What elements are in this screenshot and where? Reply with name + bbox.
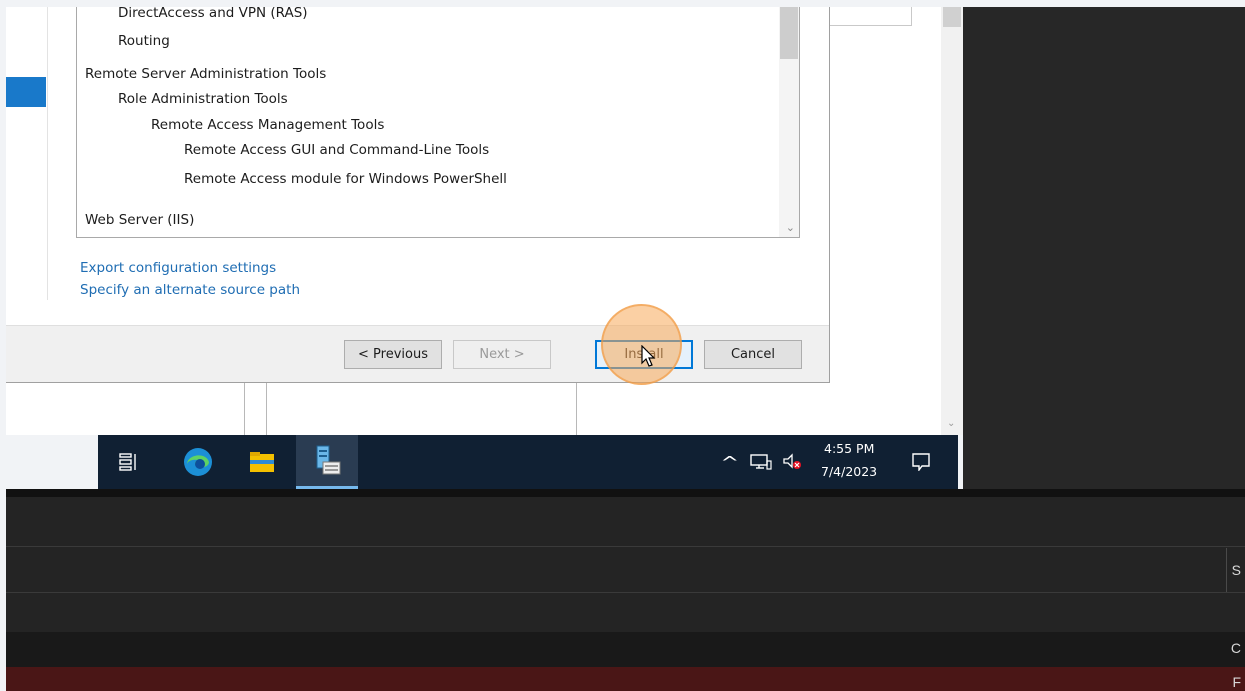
notifications-icon: [912, 453, 930, 471]
background-scrollbar[interactable]: [941, 7, 963, 435]
wizard-nav-divider: [47, 7, 48, 300]
file-explorer-icon: [250, 452, 274, 472]
host-column-divider: [1226, 548, 1227, 592]
feature-item: Role Administration Tools: [118, 91, 288, 107]
background-window-frame: [830, 7, 912, 26]
alternate-source-path-link[interactable]: Specify an alternate source path: [80, 282, 300, 298]
feature-item: Remote Server Administration Tools: [85, 66, 327, 82]
feature-list-scrollbar[interactable]: ⌄: [779, 7, 799, 237]
task-view-icon: [119, 453, 136, 471]
volume-button[interactable]: [780, 435, 804, 489]
feature-item: Web Server (IIS): [85, 212, 195, 228]
feature-item: Routing: [118, 33, 170, 49]
confirmation-feature-list[interactable]: DirectAccess and VPN (RAS) Routing Remot…: [76, 7, 800, 238]
background-pane-divider: [576, 383, 577, 435]
feature-item: Remote Access Management Tools: [151, 117, 385, 133]
host-edge-text: S: [1231, 562, 1241, 578]
action-center-button[interactable]: [904, 435, 938, 489]
windows-taskbar: ^ 4:55 PM 7/4/2023: [98, 435, 958, 489]
show-hidden-icons-button[interactable]: ^: [720, 435, 740, 489]
feature-list-scroll-thumb[interactable]: [780, 7, 798, 59]
previous-button[interactable]: < Previous: [344, 340, 442, 369]
feature-item: DirectAccess and VPN (RAS): [118, 7, 308, 21]
edge-icon: [184, 448, 212, 476]
feature-item: Remote Access module for Windows PowerSh…: [184, 171, 507, 187]
background-pane-divider: [266, 383, 267, 435]
host-row-divider: [6, 592, 1245, 593]
background-scroll-thumb[interactable]: [943, 7, 961, 27]
server-manager-button[interactable]: [296, 435, 358, 489]
next-button[interactable]: Next >: [453, 340, 551, 369]
host-row-divider: [6, 546, 1245, 547]
server-manager-icon: [316, 445, 341, 474]
edge-button[interactable]: [170, 435, 226, 489]
background-pane-divider: [244, 383, 245, 435]
host-divider: [6, 489, 1245, 497]
cancel-button[interactable]: Cancel: [704, 340, 802, 369]
volume-muted-icon: [783, 453, 801, 469]
network-status-button[interactable]: [748, 435, 774, 489]
add-roles-wizard: DirectAccess and VPN (RAS) Routing Remot…: [6, 7, 830, 383]
host-edge-text: F: [1232, 674, 1241, 690]
clock-time[interactable]: 4:55 PM: [824, 441, 874, 456]
wizard-nav-item-confirmation[interactable]: [6, 77, 46, 107]
host-dark-panel: [963, 7, 1245, 489]
host-edge-text: C: [1230, 640, 1241, 656]
export-configuration-link[interactable]: Export configuration settings: [80, 260, 276, 276]
task-view-button[interactable]: [104, 435, 154, 489]
host-row-highlighted: [6, 667, 1245, 691]
file-explorer-button[interactable]: [236, 435, 288, 489]
install-button[interactable]: Install: [595, 340, 693, 369]
host-row: [6, 632, 1245, 667]
network-icon: [750, 454, 772, 470]
scroll-down-icon[interactable]: ⌄: [947, 418, 955, 429]
chevron-down-icon[interactable]: ⌄: [786, 221, 795, 234]
clock-date[interactable]: 7/4/2023: [821, 464, 877, 479]
feature-item: Remote Access GUI and Command-Line Tools: [184, 142, 490, 158]
chevron-up-icon: ^: [720, 452, 740, 472]
